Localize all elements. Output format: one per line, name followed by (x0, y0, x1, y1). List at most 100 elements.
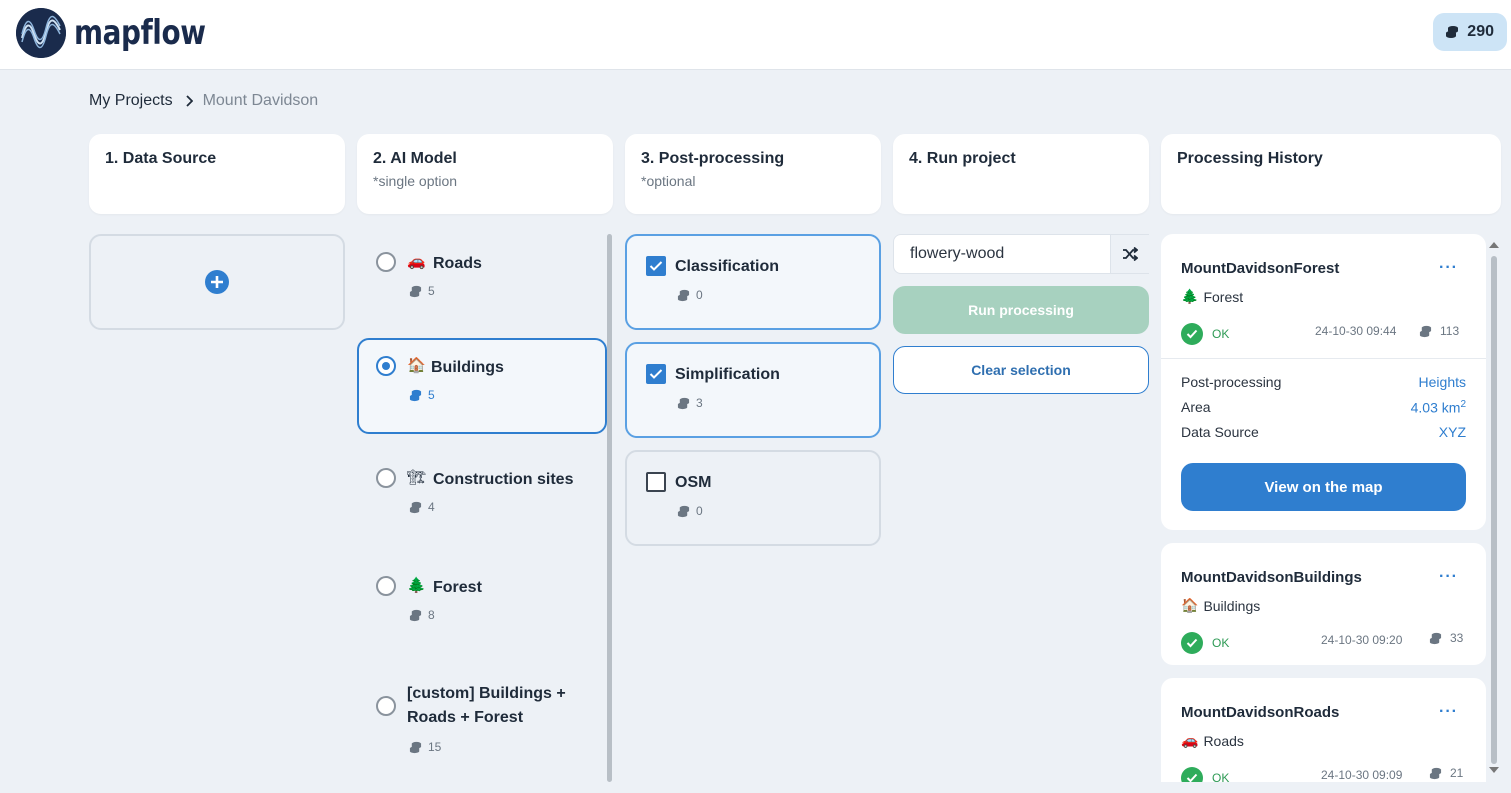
coins-stack-icon (409, 741, 422, 753)
scroll-thumb[interactable] (1491, 256, 1497, 764)
post-processing-title: 3. Post-processing (641, 150, 785, 167)
mapflow-wave-logo-icon (16, 8, 66, 58)
history-card-title: MountDavidsonRoads (1181, 704, 1340, 721)
model-option-buildings[interactable]: 🏠 Buildings 5 (357, 338, 607, 434)
post-processing-simplification[interactable]: Simplification 3 (625, 342, 881, 438)
car-icon: 🚗 (407, 253, 426, 270)
model-name: Forest (433, 579, 482, 596)
post-processing-cost: 0 (677, 504, 703, 518)
data-source-header: 1. Data Source (89, 134, 345, 214)
check-circle-icon (1181, 632, 1203, 654)
history-card-title: MountDavidsonForest (1181, 260, 1340, 277)
history-card-status: OK (1181, 767, 1229, 782)
model-name: Roads (433, 255, 482, 272)
history-card-cost-value: 21 (1450, 766, 1464, 780)
tree-icon: 🌲 (1181, 288, 1199, 304)
breadcrumb-my-projects[interactable]: My Projects (89, 92, 173, 110)
status-text: OK (1212, 327, 1230, 341)
model-radio[interactable] (376, 356, 396, 376)
check-circle-icon (1181, 323, 1203, 345)
post-processing-cost-value: 3 (696, 396, 703, 410)
post-processing-osm[interactable]: OSM 0 (625, 450, 881, 546)
post-processing-header: 3. Post-processing *optional (625, 134, 881, 214)
model-option-custom[interactable]: [custom] Buildings + Roads + Forest 15 (357, 666, 607, 782)
app-name: mapflow (74, 13, 206, 53)
history-title: Processing History (1177, 150, 1323, 167)
history-card-model: 🌲 Forest (1181, 288, 1243, 305)
shuffle-icon (1123, 247, 1138, 261)
check-circle-icon (1181, 767, 1203, 782)
model-cost: 8 (409, 608, 435, 622)
history-card-date: 24-10-30 09:09 (1321, 768, 1403, 782)
history-card[interactable]: MountDavidsonBuildings ··· 🏠 Buildings O… (1161, 543, 1486, 665)
history-card[interactable]: MountDavidsonForest ··· 🌲 Forest OK 24-1… (1161, 234, 1486, 530)
post-processing-cost-value: 0 (696, 504, 703, 518)
model-cost-value: 15 (428, 740, 442, 754)
ai-model-subtitle: *single option (373, 173, 458, 189)
model-option-forest[interactable]: 🌲 Forest 8 (357, 558, 607, 654)
top-bar: mapflow 290 (0, 0, 1511, 70)
model-name: Buildings (431, 359, 504, 376)
credits-badge[interactable]: 290 (1433, 13, 1507, 51)
model-radio[interactable] (376, 252, 396, 272)
add-data-source-button[interactable] (89, 234, 345, 330)
model-list-scrollbar[interactable] (607, 234, 612, 782)
checkbox[interactable] (646, 472, 666, 492)
history-card-model: 🚗 Roads (1181, 732, 1244, 749)
model-option-construction-sites[interactable]: 🏗 Construction sites 4 (357, 450, 607, 546)
history-header: Processing History (1161, 134, 1501, 214)
model-cost: 15 (409, 740, 441, 754)
area-value: 4.03 km (1410, 399, 1461, 416)
ai-model-list: 🚗 Roads 5 🏠 Buildings 5 🏗 Construction s… (357, 234, 607, 782)
run-project-header: 4. Run project (893, 134, 1149, 214)
chevron-right-icon (185, 95, 193, 107)
history-card-cost-value: 33 (1450, 631, 1464, 645)
model-radio[interactable] (376, 696, 396, 716)
more-options-icon[interactable]: ··· (1439, 703, 1458, 721)
history-card-title: MountDavidsonBuildings (1181, 569, 1362, 586)
post-processing-cost-value: 0 (696, 288, 703, 302)
app-logo[interactable]: mapflow (16, 8, 234, 58)
detail-value: 4.03 km2 (1411, 399, 1466, 416)
coins-stack-icon (677, 505, 690, 517)
detail-value: Heights (1418, 374, 1466, 390)
breadcrumb-current-project: Mount Davidson (202, 92, 319, 109)
breadcrumb: My Projects Mount Davidson (89, 92, 318, 110)
history-card[interactable]: MountDavidsonRoads ··· 🚗 Roads OK 24-10-… (1161, 678, 1486, 782)
history-scrollbar[interactable] (1487, 234, 1501, 782)
run-processing-button[interactable]: Run processing (893, 286, 1149, 334)
coins-stack-icon (1446, 26, 1459, 38)
ai-model-header: 2. AI Model *single option (357, 134, 613, 214)
more-options-icon[interactable]: ··· (1439, 568, 1458, 586)
model-radio[interactable] (376, 576, 396, 596)
status-text: OK (1212, 771, 1230, 782)
post-processing-classification[interactable]: Classification 0 (625, 234, 881, 330)
detail-row-post-processing: Post-processing Heights (1181, 374, 1466, 390)
checkbox[interactable] (646, 256, 666, 276)
more-options-icon[interactable]: ··· (1439, 259, 1458, 277)
history-card-model-name: Roads (1203, 732, 1244, 749)
coins-stack-icon (1429, 632, 1442, 644)
run-project-title: 4. Run project (909, 150, 1016, 167)
model-cost: 5 (409, 388, 435, 402)
checkbox[interactable] (646, 364, 666, 384)
detail-label: Post-processing (1181, 374, 1282, 390)
scroll-up-arrow-icon[interactable] (1489, 242, 1499, 248)
ai-model-title: 2. AI Model (373, 150, 457, 167)
model-radio[interactable] (376, 468, 396, 488)
history-card-cost: 33 (1429, 631, 1463, 645)
processing-history-list: MountDavidsonForest ··· 🌲 Forest OK 24-1… (1161, 234, 1501, 782)
detail-value: XYZ (1438, 424, 1466, 440)
scroll-down-arrow-icon[interactable] (1489, 767, 1499, 773)
model-name: Construction sites (433, 471, 574, 488)
clear-selection-button[interactable]: Clear selection (893, 346, 1149, 394)
history-card-date: 24-10-30 09:44 (1315, 324, 1397, 338)
post-processing-name: OSM (675, 474, 712, 491)
post-processing-cost: 0 (677, 288, 703, 302)
randomize-name-button[interactable] (1110, 235, 1149, 273)
post-processing-cost: 3 (677, 396, 703, 410)
view-on-map-button[interactable]: View on the map (1181, 463, 1466, 511)
model-option-roads[interactable]: 🚗 Roads 5 (357, 234, 607, 330)
history-card-cost: 113 (1419, 324, 1459, 338)
project-name-input[interactable] (894, 235, 1110, 273)
